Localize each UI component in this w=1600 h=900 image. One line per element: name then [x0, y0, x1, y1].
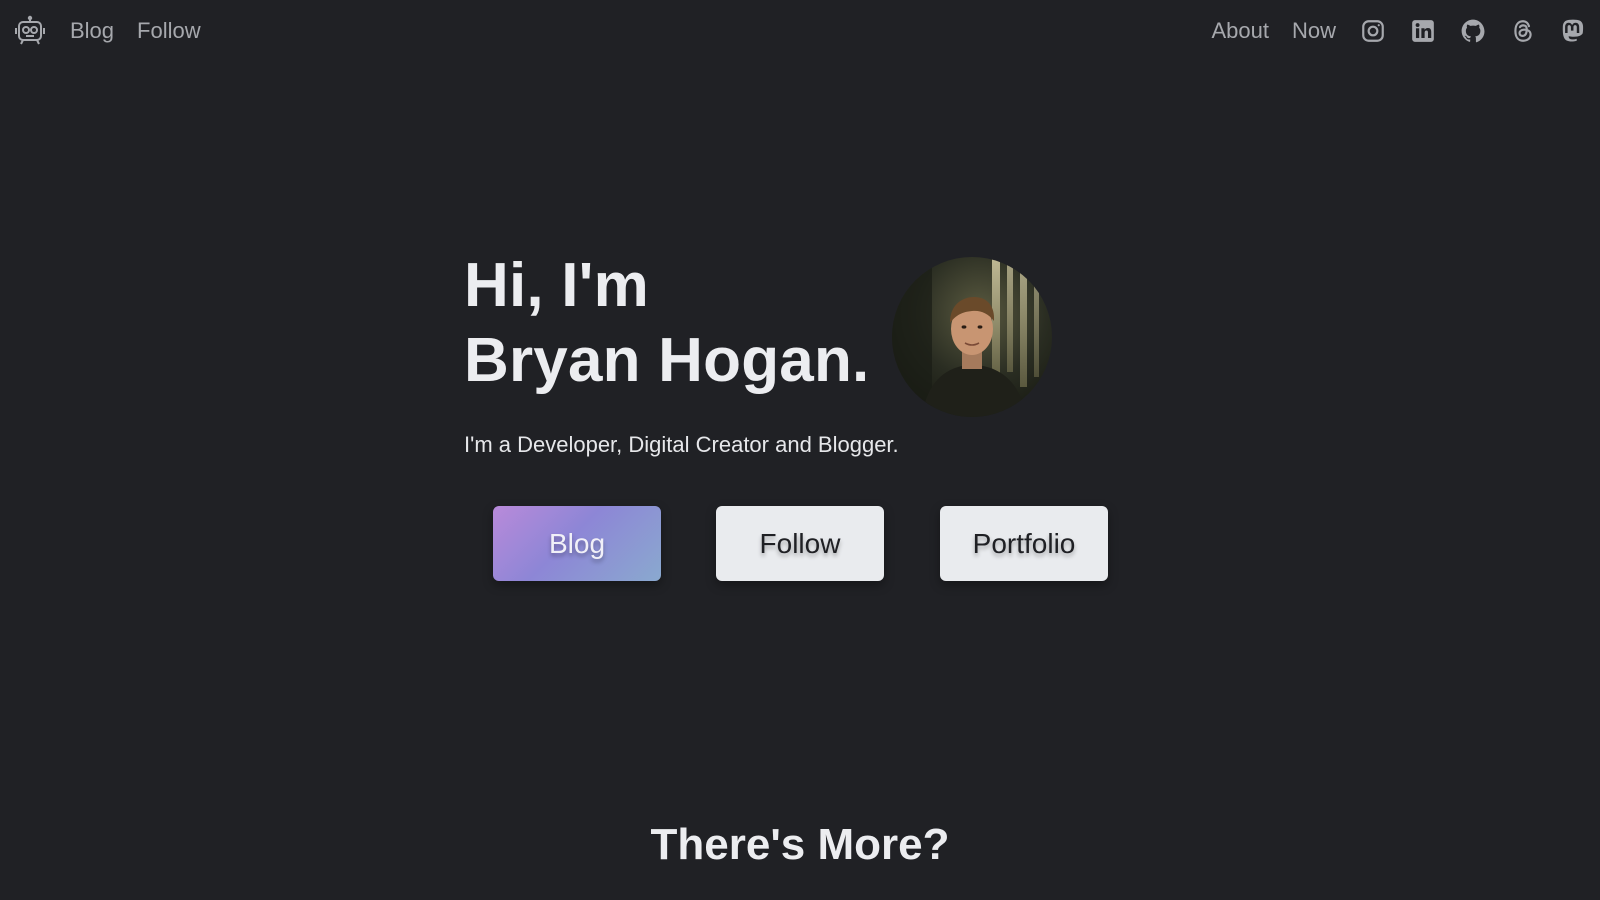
portfolio-button[interactable]: Portfolio	[940, 506, 1108, 581]
more-section-title: There's More?	[650, 820, 950, 869]
hero-title-line-1: Hi, I'm	[464, 251, 649, 320]
hero-title-line-2: Bryan Hogan.	[464, 326, 870, 395]
nav-link-blog[interactable]: Blog	[70, 0, 114, 62]
mastodon-icon[interactable]	[1560, 18, 1586, 44]
robot-logo-icon[interactable]	[14, 15, 46, 47]
threads-icon[interactable]	[1510, 18, 1536, 44]
github-icon[interactable]	[1460, 18, 1486, 44]
blog-button[interactable]: Blog	[493, 506, 661, 581]
hero-title: Hi, I'm Bryan Hogan.	[464, 248, 904, 398]
avatar	[892, 257, 1052, 417]
nav-link-follow[interactable]: Follow	[137, 0, 201, 62]
nav-right: About Now	[1211, 0, 1586, 62]
follow-button[interactable]: Follow	[716, 506, 884, 581]
nav-left: Blog Follow	[14, 0, 224, 62]
page: Blog Follow About Now Hi, I'm Bryan Hoga…	[0, 0, 1600, 900]
nav-link-now[interactable]: Now	[1292, 0, 1336, 62]
nav-link-about[interactable]: About	[1211, 0, 1269, 62]
hero-tagline: I'm a Developer, Digital Creator and Blo…	[464, 432, 899, 457]
linkedin-icon[interactable]	[1410, 18, 1436, 44]
top-nav: Blog Follow About Now	[0, 0, 1600, 62]
instagram-icon[interactable]	[1360, 18, 1386, 44]
